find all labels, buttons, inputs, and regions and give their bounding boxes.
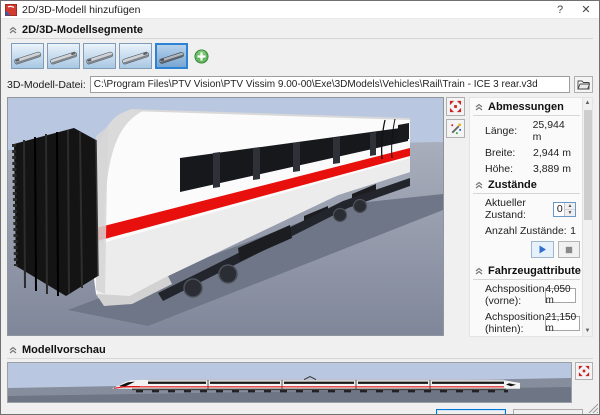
aktueller-zustand-row: Aktueller Zustand: 0 ▲▼	[473, 196, 580, 222]
achsposition-hinten-row: Achsposition (hinten): 21,150 m	[473, 310, 580, 336]
model-file-input[interactable]	[90, 76, 570, 93]
titlebar: 2D/3D-Modell hinzufügen ? ✕	[1, 1, 599, 19]
collapse-chevron-icon[interactable]	[475, 103, 483, 111]
collapse-chevron-icon[interactable]	[9, 26, 17, 34]
segment-thumbnail-list	[7, 39, 593, 73]
segment-thumbnail-1[interactable]	[11, 43, 44, 69]
color-wand-button[interactable]	[446, 119, 465, 138]
breite-row: Breite: 2,944 m	[473, 146, 580, 160]
scroll-down-icon[interactable]: ▼	[585, 326, 591, 336]
preview-section-title: Modellvorschau	[22, 344, 106, 356]
fahrzeugattribute-rows: Achsposition (vorne): 4,050 m Achspositi…	[473, 282, 580, 337]
vissim-app-icon	[5, 4, 17, 16]
preview-zoom-extents-button[interactable]	[575, 362, 593, 380]
fahrzeugattribute-section-header: Fahrzeugattribute	[473, 262, 580, 280]
breite-value: 2,944 m	[533, 147, 571, 159]
collapse-chevron-icon[interactable]	[9, 346, 17, 354]
laenge-row: Länge: 25,944 m	[473, 118, 580, 144]
add-2d3d-model-dialog: 2D/3D-Modell hinzufügen ? ✕ 2D/3D-Modell…	[0, 0, 600, 415]
achsposition-vorne-field[interactable]: 4,050 m	[545, 288, 576, 303]
zoom-extents-button[interactable]	[446, 97, 465, 116]
segment-thumbnail-3[interactable]	[83, 43, 116, 69]
model-preview-view[interactable]	[7, 362, 572, 403]
hoehe-value: 3,889 m	[533, 163, 571, 175]
model-file-label: 3D-Modell-Datei:	[7, 79, 86, 91]
preview-section-header: Modellvorschau	[7, 341, 593, 359]
red-arrows-out-icon	[578, 365, 590, 377]
stop-icon	[565, 246, 573, 254]
attributes-panel: Abmessungen Länge: 25,944 m Breite: 2,94…	[469, 97, 593, 337]
spinner-arrows[interactable]: ▲▼	[564, 203, 575, 216]
breite-label: Breite:	[485, 147, 533, 159]
full-train-preview-render	[8, 363, 571, 402]
anzahl-zustaende-row: Anzahl Zustände: 1	[473, 224, 580, 238]
help-button[interactable]: ?	[547, 1, 573, 19]
aktueller-zustand-value: 0	[554, 203, 564, 216]
resize-grip[interactable]	[586, 401, 598, 413]
abmessungen-title: Abmessungen	[488, 101, 564, 113]
spin-up-icon[interactable]: ▲	[565, 203, 575, 210]
collapse-chevron-icon[interactable]	[475, 181, 483, 189]
red-arrows-out-icon	[449, 100, 462, 113]
play-states-button[interactable]	[531, 241, 554, 258]
segment-thumbnail-5-selected[interactable]	[155, 43, 188, 69]
dialog-footer: OK Abbrechen	[7, 403, 593, 415]
scrollbar-thumb[interactable]	[584, 110, 592, 220]
window-title: 2D/3D-Modell hinzufügen	[22, 4, 547, 16]
preview-row	[7, 362, 593, 403]
scrollbar-track[interactable]	[583, 108, 592, 326]
abmessungen-rows: Länge: 25,944 m Breite: 2,944 m Höhe: 3,…	[473, 118, 580, 176]
laenge-value: 25,944 m	[533, 119, 576, 143]
zustaende-section-header: Zustände	[473, 176, 580, 194]
aktueller-zustand-spinner[interactable]: 0 ▲▼	[553, 202, 576, 217]
achsposition-hinten-field[interactable]: 21,150 m	[545, 316, 581, 331]
train-car-3d-render	[8, 98, 443, 335]
segment-thumbnail-4[interactable]	[119, 43, 152, 69]
add-segment-button[interactable]	[194, 49, 209, 64]
close-button[interactable]: ✕	[573, 1, 599, 19]
scroll-up-icon[interactable]: ▲	[585, 98, 591, 108]
play-icon	[538, 245, 547, 254]
stop-states-button[interactable]	[558, 241, 581, 258]
hoehe-label: Höhe:	[485, 163, 533, 175]
view-tool-buttons	[446, 97, 467, 138]
spin-down-icon[interactable]: ▼	[565, 210, 575, 216]
main-area: Abmessungen Länge: 25,944 m Breite: 2,94…	[7, 97, 593, 337]
ok-button[interactable]: OK	[436, 409, 506, 415]
segments-section-title: 2D/3D-Modellsegmente	[22, 24, 143, 36]
segments-section-header: 2D/3D-Modellsegmente	[7, 21, 593, 39]
aktueller-zustand-label: Aktueller Zustand:	[485, 197, 549, 221]
cancel-button[interactable]: Abbrechen	[513, 409, 583, 415]
abmessungen-section-header: Abmessungen	[473, 98, 580, 116]
folder-icon	[577, 79, 590, 90]
model-file-row: 3D-Modell-Datei:	[7, 76, 593, 93]
model-3d-view[interactable]	[7, 97, 444, 336]
anzahl-zustaende-value: 1	[570, 225, 576, 237]
browse-file-button[interactable]	[574, 76, 593, 93]
collapse-chevron-icon[interactable]	[475, 267, 483, 275]
state-playback-controls	[473, 238, 580, 262]
laenge-label: Länge:	[485, 125, 533, 137]
anzahl-zustaende-label: Anzahl Zustände:	[485, 225, 570, 237]
achsposition-hinten-label: Achsposition (hinten):	[485, 311, 545, 335]
segment-thumbnail-2[interactable]	[47, 43, 80, 69]
achsposition-vorne-row: Achsposition (vorne): 4,050 m	[473, 282, 580, 308]
magic-wand-icon	[449, 122, 462, 135]
fahrzeugattribute-title: Fahrzeugattribute	[488, 265, 581, 277]
achsposition-vorne-label: Achsposition (vorne):	[485, 283, 545, 307]
hoehe-row: Höhe: 3,889 m	[473, 162, 580, 176]
zustaende-title: Zustände	[488, 179, 537, 191]
panel-scrollbar[interactable]: ▲ ▼	[582, 98, 592, 336]
